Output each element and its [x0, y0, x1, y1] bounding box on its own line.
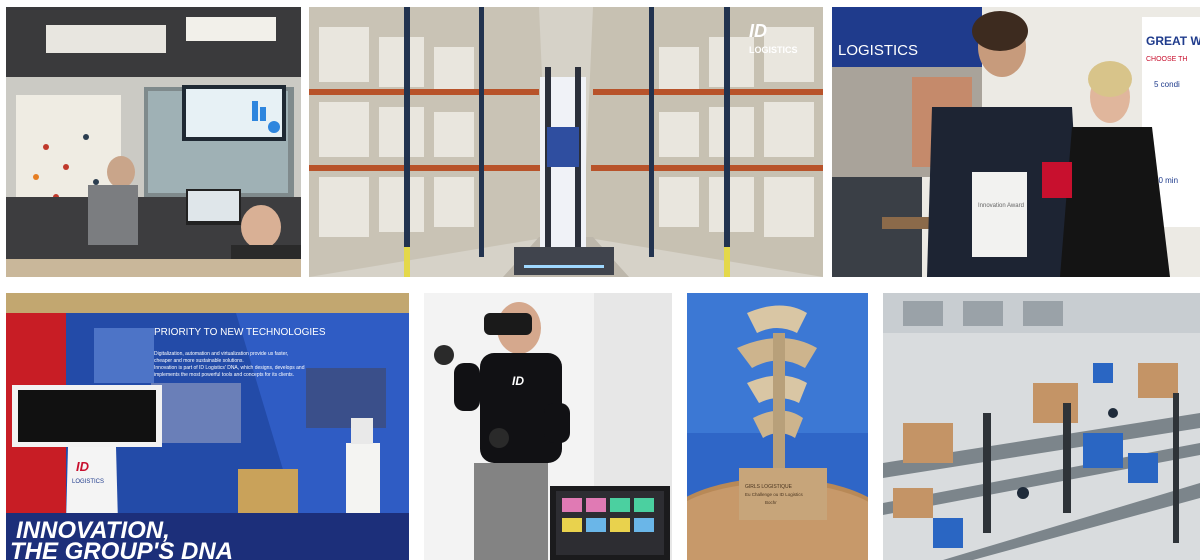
showroom-kiosk-sub: LOGISTICS: [72, 479, 104, 485]
award-certificate-text: Innovation Award: [978, 203, 1024, 209]
vr-shirt-logo: ID: [512, 374, 524, 388]
photo-vr-headset-user: ID: [424, 293, 672, 560]
showroom-panel-body-1: Digitalization, automation and virtualiz…: [154, 351, 288, 357]
showroom-panel-title: PRIORITY TO NEW TECHNOLOGIES: [154, 327, 326, 338]
award-wall-text: LOGISTICS: [838, 42, 918, 59]
photo-office-control-room: [6, 7, 301, 277]
award-screen-title: GREAT W: [1146, 34, 1200, 48]
photo-warehouse-aisle: ID LOGISTICS: [309, 7, 823, 277]
showroom-kiosk-logo: ID: [76, 459, 90, 474]
photo-automated-warehouse: [883, 293, 1200, 560]
award-screen-line2: 5 condi: [1154, 80, 1180, 89]
photo-trophy: GIRLS LOGISTIQUE Eu Challenge ou ID Logi…: [687, 293, 868, 560]
award-screen-line1: CHOOSE TH: [1146, 56, 1188, 63]
trophy-plaque-line2: Eu Challenge ou ID Logistics: [745, 492, 804, 497]
warehouse-logo-sub: LOGISTICS: [749, 45, 798, 55]
trophy-plaque-line1: GIRLS LOGISTIQUE: [745, 484, 793, 490]
showroom-panel-body-2: cheaper and more sustainable solutions.: [154, 358, 244, 364]
showroom-panel-body-3: Innovation is part of ID Logistics' DNA,…: [154, 365, 305, 371]
showroom-panel-body-4: implements the most powerful tools and c…: [154, 372, 294, 378]
showroom-floor-line2: THE GROUP'S DNA: [10, 538, 233, 560]
warehouse-logo: ID: [749, 21, 767, 41]
photo-award-ceremony: LOGISTICS GREAT W CHOOSE TH 5 condi 60 m…: [832, 7, 1200, 277]
photo-innovation-showroom: PRIORITY TO NEW TECHNOLOGIES Digitalizat…: [6, 293, 409, 560]
trophy-plaque-line3: Bochr: [765, 500, 777, 505]
